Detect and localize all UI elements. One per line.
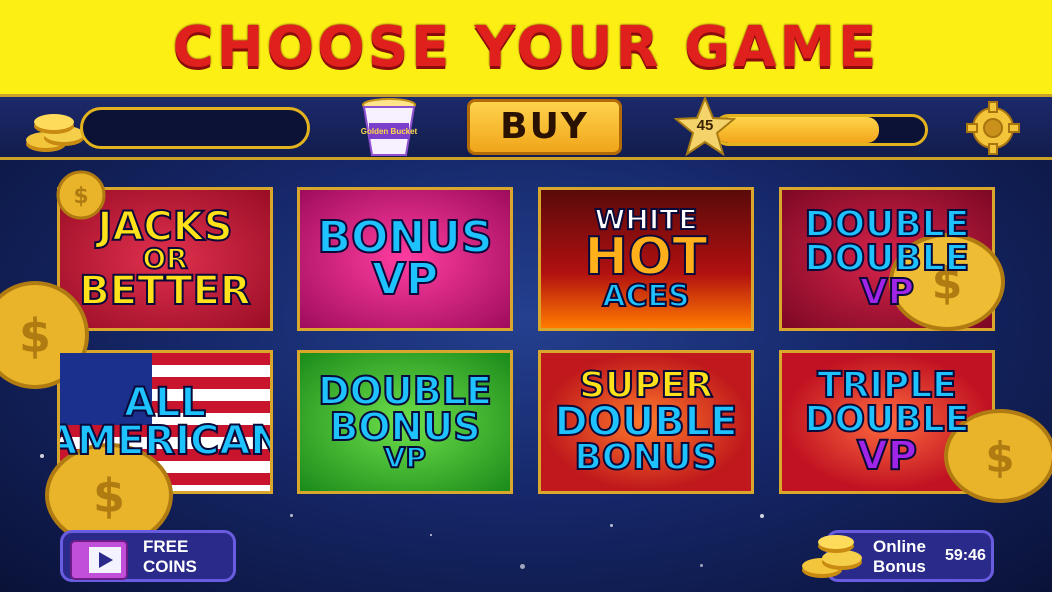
game-title: SUPER DOUBLE BONUS <box>554 364 739 478</box>
game-title: DOUBLE BONUS VP <box>317 368 493 474</box>
page-title: CHOOSE YOUR GAME <box>172 14 880 80</box>
game-title: JACKS OR BETTER <box>78 203 251 315</box>
free-coins-label: FREE COINS <box>143 537 197 576</box>
free-coins-button[interactable]: FREE COINS <box>60 530 236 582</box>
game-tile-bonus-vp[interactable]: BONUS VP <box>297 187 513 331</box>
game-title: ALL AMERICAN <box>57 380 273 464</box>
noodle-cup-icon[interactable]: Golden Bucket <box>360 97 418 159</box>
game-tile-super-double-bonus[interactable]: SUPER DOUBLE BONUS <box>538 350 754 494</box>
online-bonus-button[interactable]: Online Bonus 59:46 <box>826 530 994 582</box>
tv-icon <box>70 540 128 580</box>
game-tile-triple-double-vp[interactable]: TRIPLE DOUBLE VP <box>779 350 995 494</box>
game-stage <box>0 94 1052 592</box>
online-bonus-label: Online Bonus <box>873 537 926 576</box>
buy-button[interactable]: BUY <box>467 99 622 155</box>
game-title: WHITE HOT ACES <box>583 202 708 314</box>
title-banner: CHOOSE YOUR GAME <box>0 0 1052 94</box>
xp-progress-bar <box>713 114 928 146</box>
noodle-cup-label: Golden Bucket <box>361 127 418 136</box>
game-tile-all-american[interactable]: ALL AMERICAN <box>57 350 273 494</box>
game-title: BONUS VP <box>316 212 493 305</box>
coin-balance-bar <box>80 107 310 149</box>
xp-progress-fill <box>716 117 880 143</box>
game-title: TRIPLE DOUBLE VP <box>804 364 971 480</box>
gear-icon[interactable] <box>965 100 1021 156</box>
game-tile-white-hot-aces[interactable]: WHITE HOT ACES <box>538 187 754 331</box>
game-tile-jacks-or-better[interactable]: JACKS OR BETTER <box>57 187 273 331</box>
game-tile-double-double-vp[interactable]: DOUBLE DOUBLE VP <box>779 187 995 331</box>
game-title: DOUBLE DOUBLE VP <box>804 203 971 314</box>
level-number: 45 <box>696 117 714 134</box>
game-tile-double-bonus-vp[interactable]: DOUBLE BONUS VP <box>297 350 513 494</box>
online-bonus-timer: 59:46 <box>945 547 986 564</box>
